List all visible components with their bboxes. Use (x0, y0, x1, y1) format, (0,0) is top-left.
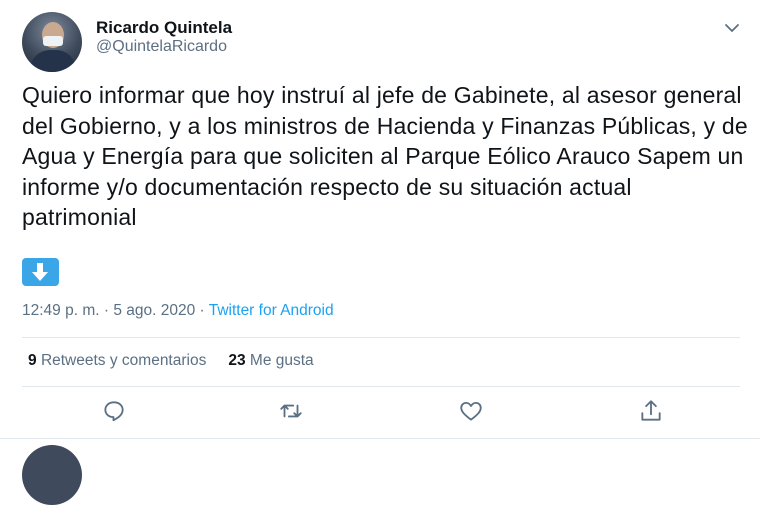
share-icon[interactable] (638, 398, 664, 424)
author-handle[interactable]: @QuintelaRicardo (96, 38, 227, 56)
retweets-label: Retweets y comentarios (40, 352, 207, 369)
tweet-stats: 9 Retweets y comentarios 23 Me gusta (28, 352, 314, 370)
down-arrow-emoji-icon (22, 258, 59, 286)
tweet-source-link[interactable]: Twitter for Android (209, 302, 334, 319)
chevron-down-icon[interactable] (722, 18, 742, 38)
retweet-icon[interactable] (278, 398, 304, 424)
divider (22, 386, 740, 387)
likes-stat[interactable]: 23 Me gusta (228, 352, 313, 369)
likes-label: Me gusta (249, 352, 314, 369)
retweets-stat[interactable]: 9 Retweets y comentarios (28, 352, 206, 369)
reply-icon[interactable] (101, 398, 127, 424)
likes-count: 23 (228, 352, 246, 369)
tweet-text: Quiero informar que hoy instruí al jefe … (22, 82, 748, 230)
avatar[interactable] (22, 12, 82, 72)
retweets-count: 9 (28, 352, 37, 369)
avatar (22, 445, 82, 505)
like-icon[interactable] (458, 398, 484, 424)
author-name[interactable]: Ricardo Quintela (96, 18, 232, 38)
next-tweet-edge (0, 438, 760, 505)
tweet-timestamp[interactable]: 12:49 p. m. · 5 ago. 2020 · (22, 302, 209, 319)
tweet-card: Ricardo Quintela @QuintelaRicardo Quiero… (0, 0, 760, 438)
divider (22, 337, 740, 338)
tweet-meta: 12:49 p. m. · 5 ago. 2020 · Twitter for … (22, 302, 334, 320)
